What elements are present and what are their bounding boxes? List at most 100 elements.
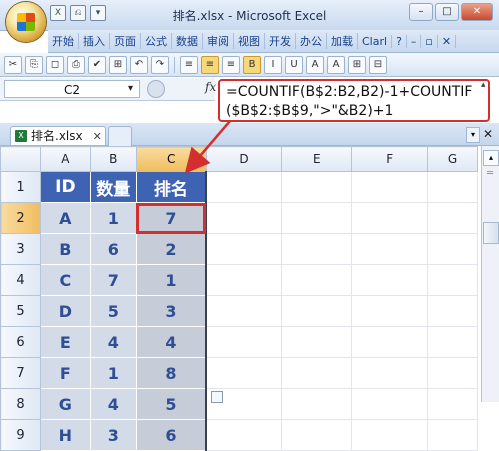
tab-addins[interactable]: 加载 bbox=[327, 33, 358, 49]
empty-cell[interactable] bbox=[281, 357, 353, 389]
cell-c5[interactable]: 3 bbox=[135, 295, 208, 327]
row-header[interactable]: 7 bbox=[0, 357, 41, 389]
empty-cell[interactable] bbox=[205, 171, 283, 203]
tab-page[interactable]: 页面 bbox=[110, 33, 141, 49]
empty-cell[interactable] bbox=[351, 388, 429, 420]
column-header-e[interactable]: E bbox=[281, 146, 353, 172]
empty-cell[interactable] bbox=[205, 264, 283, 296]
cell-c6[interactable]: 4 bbox=[135, 326, 208, 358]
office-button[interactable] bbox=[6, 2, 46, 42]
empty-cell[interactable] bbox=[427, 233, 478, 265]
empty-cell[interactable] bbox=[427, 202, 478, 234]
empty-cell[interactable] bbox=[205, 419, 283, 451]
empty-cell[interactable] bbox=[427, 419, 478, 451]
workbook-tab[interactable]: X 排名.xlsx ✕ bbox=[10, 126, 106, 145]
name-box[interactable]: C2 bbox=[4, 80, 140, 98]
cell-b3[interactable]: 6 bbox=[89, 233, 137, 265]
empty-cell[interactable] bbox=[351, 419, 429, 451]
empty-cell[interactable] bbox=[427, 357, 478, 389]
empty-cell[interactable] bbox=[281, 264, 353, 296]
font-color-icon[interactable]: A bbox=[327, 55, 345, 74]
cell-a1[interactable]: ID bbox=[39, 171, 91, 203]
row-header[interactable]: 9 bbox=[0, 419, 41, 451]
align-left-icon[interactable]: ≡ bbox=[180, 55, 198, 74]
empty-cell[interactable] bbox=[351, 264, 429, 296]
empty-cell[interactable] bbox=[427, 171, 478, 203]
bold-icon[interactable]: B bbox=[243, 55, 261, 74]
ribbon-close-icon[interactable]: ✕ bbox=[438, 34, 457, 48]
tab-data[interactable]: 数据 bbox=[172, 33, 203, 49]
empty-cell[interactable] bbox=[351, 233, 429, 265]
help-icon[interactable]: ? bbox=[392, 34, 407, 48]
cell-b6[interactable]: 4 bbox=[89, 326, 137, 358]
redo-toolbar-icon[interactable]: ↷ bbox=[151, 55, 169, 74]
empty-cell[interactable] bbox=[205, 295, 283, 327]
ribbon-minimize-icon[interactable]: – bbox=[407, 34, 422, 48]
vertical-scrollbar[interactable] bbox=[481, 146, 499, 402]
insert-function-icon[interactable]: fx bbox=[205, 80, 216, 94]
empty-cell[interactable] bbox=[205, 357, 283, 389]
empty-cell[interactable] bbox=[427, 264, 478, 296]
copy-icon[interactable]: ⎘ bbox=[25, 55, 43, 74]
new-icon[interactable]: ◻ bbox=[46, 55, 64, 74]
cell-a4[interactable]: C bbox=[39, 264, 91, 296]
row-header[interactable]: 5 bbox=[0, 295, 41, 327]
empty-cell[interactable] bbox=[281, 295, 353, 327]
row-header[interactable]: 2 bbox=[0, 202, 41, 234]
tab-home[interactable]: 开始 bbox=[48, 33, 79, 49]
row-header[interactable]: 6 bbox=[0, 326, 41, 358]
cell-c1[interactable]: 排名 bbox=[135, 171, 208, 203]
minimize-button[interactable]: – bbox=[409, 3, 433, 21]
print-icon[interactable]: ⎙ bbox=[67, 55, 85, 74]
tab-view[interactable]: 视图 bbox=[234, 33, 265, 49]
empty-cell[interactable] bbox=[351, 357, 429, 389]
undo-toolbar-icon[interactable]: ↶ bbox=[130, 55, 148, 74]
tab-formulas[interactable]: 公式 bbox=[141, 33, 172, 49]
underline-icon[interactable]: U bbox=[285, 55, 303, 74]
cell-b4[interactable]: 7 bbox=[89, 264, 137, 296]
cell-a9[interactable]: H bbox=[39, 419, 91, 451]
tab-office[interactable]: 办公 bbox=[296, 33, 327, 49]
cell-a2[interactable]: A bbox=[39, 202, 91, 234]
row-header[interactable]: 8 bbox=[0, 388, 41, 420]
ribbon-restore-icon[interactable]: ▫ bbox=[421, 34, 438, 48]
empty-cell[interactable] bbox=[427, 388, 478, 420]
tab-review[interactable]: 审阅 bbox=[203, 33, 234, 49]
cut-icon[interactable]: ✂ bbox=[4, 55, 22, 74]
select-all-corner[interactable] bbox=[0, 146, 41, 172]
new-workbook-tab[interactable] bbox=[108, 126, 132, 146]
borders-icon[interactable]: ⊞ bbox=[348, 55, 366, 74]
cell-c7[interactable]: 8 bbox=[135, 357, 208, 389]
empty-cell[interactable] bbox=[351, 295, 429, 327]
cell-c4[interactable]: 1 bbox=[135, 264, 208, 296]
merge-icon[interactable]: ⊟ bbox=[369, 55, 387, 74]
scrollbar-thumb[interactable] bbox=[483, 222, 499, 244]
cell-a8[interactable]: G bbox=[39, 388, 91, 420]
fill-color-icon[interactable]: A bbox=[306, 55, 324, 74]
cell-c2-active[interactable]: 7 bbox=[135, 202, 208, 234]
empty-cell[interactable] bbox=[205, 202, 283, 234]
cell-c3[interactable]: 2 bbox=[135, 233, 208, 265]
scroll-up-icon[interactable]: ▴ bbox=[483, 150, 499, 166]
close-button[interactable]: ✕ bbox=[461, 3, 493, 21]
row-header[interactable]: 1 bbox=[0, 171, 41, 203]
column-header-b[interactable]: B bbox=[89, 146, 137, 172]
empty-cell[interactable] bbox=[205, 326, 283, 358]
workbook-strip-close-icon[interactable]: ✕ bbox=[482, 127, 494, 141]
formula-bar-expand-icon[interactable]: ▴ bbox=[481, 80, 486, 90]
empty-cell[interactable] bbox=[351, 326, 429, 358]
cell-a6[interactable]: E bbox=[39, 326, 91, 358]
formula-input[interactable]: =COUNTIF(B$2:B2,B2)-1+COUNTIF($B$2:$B$9,… bbox=[218, 79, 490, 122]
italic-icon[interactable]: I bbox=[264, 55, 282, 74]
column-header-g[interactable]: G bbox=[427, 146, 478, 172]
cell-b7[interactable]: 1 bbox=[89, 357, 137, 389]
cell-b1[interactable]: 数量 bbox=[89, 171, 137, 203]
align-right-icon[interactable]: ≡ bbox=[222, 55, 240, 74]
empty-cell[interactable] bbox=[281, 171, 353, 203]
tab-developer[interactable]: 开发 bbox=[265, 33, 296, 49]
empty-cell[interactable] bbox=[281, 233, 353, 265]
paste-options-icon[interactable] bbox=[211, 391, 223, 403]
cell-b9[interactable]: 3 bbox=[89, 419, 137, 451]
empty-cell[interactable] bbox=[205, 233, 283, 265]
workbook-menu-icon[interactable]: ▾ bbox=[466, 127, 480, 143]
